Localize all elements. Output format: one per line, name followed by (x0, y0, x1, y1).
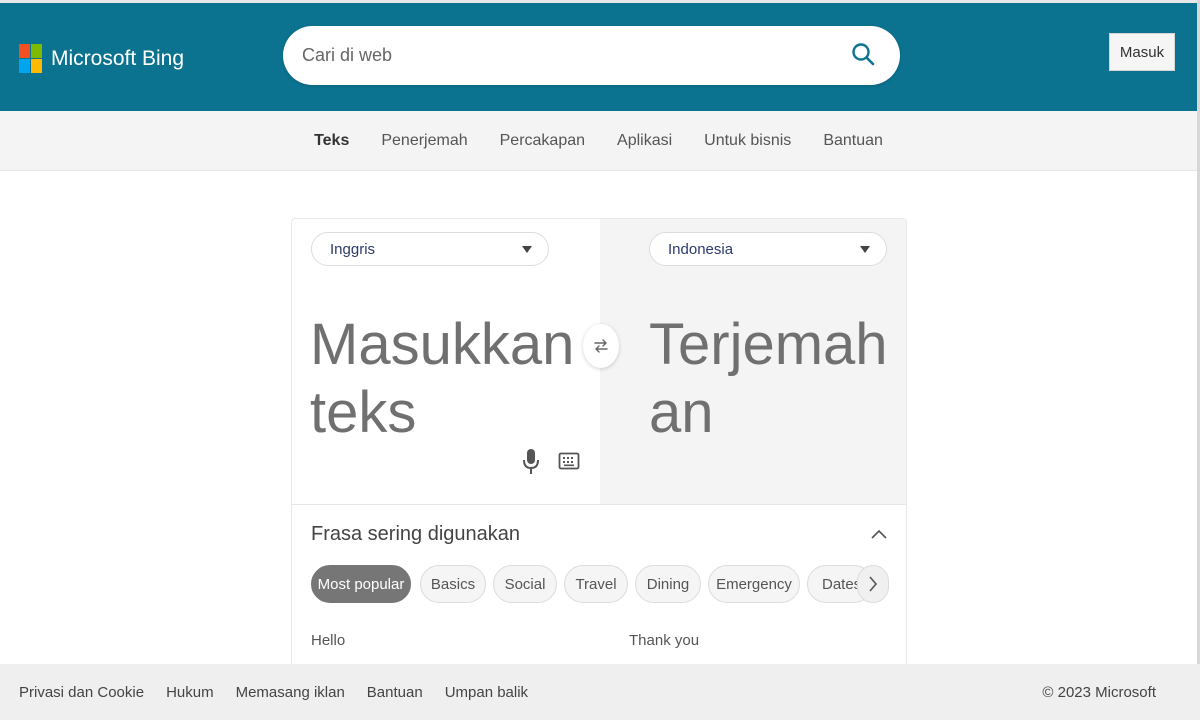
nav-item-text[interactable]: Teks (314, 132, 349, 150)
search-button[interactable] (850, 41, 878, 69)
source-language-label: Inggris (330, 240, 376, 258)
phrases-title: Frasa sering digunakan (311, 523, 521, 545)
keyboard-button[interactable] (558, 451, 580, 471)
phrase-item-hello[interactable]: Hello (311, 632, 345, 649)
search-icon (852, 43, 875, 66)
microphone-button[interactable] (520, 447, 542, 477)
search-box (283, 26, 900, 85)
footer-copyright: © 2023 Microsoft (1042, 684, 1156, 701)
header-bar: Microsoft Bing Masuk (0, 0, 1200, 111)
translator-nav: Teks Penerjemah Percakapan Aplikasi Untu… (0, 111, 1197, 171)
nav-item-apps[interactable]: Aplikasi (617, 132, 672, 150)
logo-square-yellow (31, 59, 42, 73)
source-text-input[interactable]: Masukkan teks (310, 311, 574, 447)
swap-languages-button[interactable] (583, 324, 619, 368)
translator-card: Inggris Indonesia Masukkan teks Terjemah… (291, 218, 907, 678)
phrase-item-thank-you[interactable]: Thank you (629, 632, 699, 649)
logo-square-green (31, 44, 42, 58)
nav-item-business[interactable]: Untuk bisnis (704, 132, 791, 150)
footer: Privasi dan Cookie Hukum Memasang iklan … (0, 664, 1200, 720)
collapse-phrases-button[interactable] (869, 526, 889, 542)
chevron-right-icon (869, 576, 878, 592)
footer-link-feedback[interactable]: Umpan balik (445, 684, 528, 701)
chevron-up-icon (871, 529, 887, 539)
target-language-label: Indonesia (668, 240, 734, 258)
search-input[interactable] (302, 45, 842, 66)
footer-link-legal[interactable]: Hukum (166, 684, 214, 701)
translation-output: Terjemahan (649, 312, 888, 445)
nav-item-translator[interactable]: Penerjemah (381, 132, 467, 150)
chevron-down-icon (522, 246, 532, 253)
source-language-select[interactable]: Inggris (311, 232, 549, 266)
nav-item-help[interactable]: Bantuan (823, 132, 883, 150)
brand-name: Microsoft Bing (51, 47, 185, 70)
footer-link-advertise[interactable]: Memasang iklan (236, 684, 345, 701)
chip-basics[interactable]: Basics (420, 565, 486, 603)
chevron-down-icon (860, 246, 870, 253)
swap-icon (594, 339, 608, 353)
header-top-border (0, 0, 1200, 3)
microsoft-logo-icon (19, 44, 42, 74)
chip-dining[interactable]: Dining (635, 565, 701, 603)
microphone-icon (523, 449, 539, 474)
footer-link-help[interactable]: Bantuan (367, 684, 423, 701)
phrase-categories: Most popular Basics Social Travel Dining… (311, 565, 889, 603)
footer-link-privacy[interactable]: Privasi dan Cookie (19, 684, 144, 701)
chip-social[interactable]: Social (493, 565, 557, 603)
chip-emergency[interactable]: Emergency (708, 565, 800, 603)
bing-logo[interactable]: Microsoft Bing (19, 44, 184, 74)
keyboard-icon (558, 452, 580, 470)
chips-next-button[interactable] (857, 565, 889, 603)
logo-square-red (19, 44, 30, 58)
target-language-select[interactable]: Indonesia (649, 232, 887, 266)
chip-most-popular[interactable]: Most popular (311, 565, 411, 603)
nav-item-conversation[interactable]: Percakapan (500, 132, 585, 150)
logo-square-blue (19, 59, 30, 73)
signin-button[interactable]: Masuk (1109, 33, 1175, 71)
phrases-divider (292, 504, 906, 505)
chip-travel[interactable]: Travel (564, 565, 628, 603)
